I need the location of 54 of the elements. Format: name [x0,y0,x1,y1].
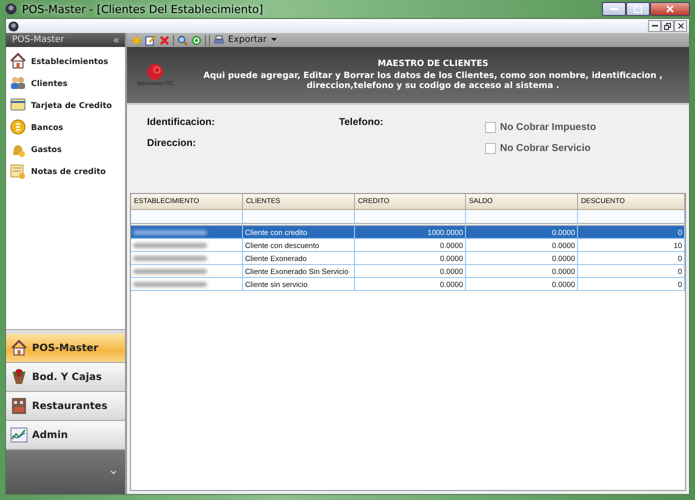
nav-item[interactable]: Notas de credito [6,160,125,182]
dropdown-caret-icon [270,38,277,42]
nav-item[interactable]: Bancos [6,116,125,138]
refresh-icon[interactable] [191,34,202,46]
app-menu-icon[interactable] [8,20,19,32]
app-icon [5,3,17,15]
banner-description: Aqui puede agregar, Editar y Borrar los datos de los Clientes, como son nombre, identificacion , direccion,telefono y su codigo de acceso al sistema . [202,71,664,91]
field-label: Direccion: [147,138,197,151]
people-icon [9,74,27,92]
notes-icon [9,162,27,180]
sidebar-title: POS-Master [12,35,64,45]
filter-cell[interactable] [466,210,578,226]
filter-cell[interactable] [243,210,355,226]
restore-button[interactable] [661,20,674,32]
plant-pot-icon [10,368,28,386]
line-chart-icon [10,426,28,444]
export-button[interactable]: Exportar [228,34,277,46]
building-icon [10,397,28,415]
chevron-down-icon[interactable] [110,470,117,474]
search-icon[interactable] [177,34,188,46]
nav-item[interactable]: Establecimientos [6,50,125,72]
nav-item[interactable]: Gastos [6,138,125,160]
coin-icon [9,118,27,136]
maximize-button[interactable] [626,2,650,16]
close-icon [666,5,674,13]
house-icon [9,52,27,70]
window-title: POS-Master - [Clientes Del Establecimiento] [22,2,264,16]
nav-item[interactable]: Tarjeta de Credito [6,94,125,116]
filter-cell[interactable] [131,210,243,226]
checkbox[interactable]: No Cobrar Impuesto [485,117,689,138]
printer-icon[interactable] [213,34,225,46]
minimize-icon [652,25,658,27]
module-button[interactable]: POS-Master [6,334,125,363]
close-icon [678,23,684,29]
logo-icon [146,63,164,81]
house-icon [10,339,28,357]
banner-title: MAESTRO DE CLIENTES [378,59,488,69]
edit-icon[interactable] [145,34,156,46]
module-button[interactable]: Restaurantes [6,392,125,421]
close-button[interactable] [674,20,687,32]
module-button[interactable]: Admin [6,421,125,450]
field-label: Identificacion: [147,117,216,130]
minimize-button[interactable] [648,20,661,32]
module-button[interactable]: Bod. Y Cajas [6,363,125,392]
field-label: Telefono: [339,117,384,130]
checkbox[interactable]: No Cobrar Servicio [485,138,689,159]
filter-cell[interactable] [578,210,685,226]
collapse-button[interactable]: « [113,34,119,46]
minimize-button[interactable] [602,2,626,16]
nav-item[interactable]: Clientes [6,72,125,94]
filter-cell[interactable] [355,210,466,226]
maximize-icon [634,6,642,12]
close-button[interactable] [650,2,690,16]
restore-icon [664,22,671,30]
